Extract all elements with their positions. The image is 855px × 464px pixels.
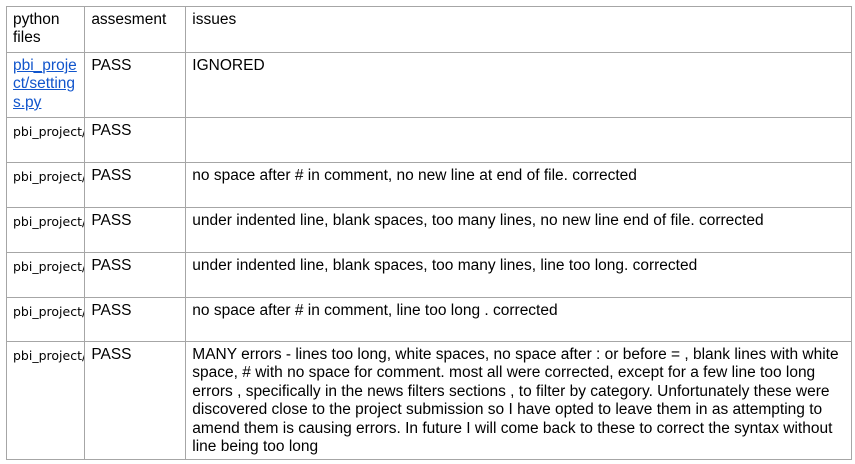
file-name: pbi_project/models.py — [13, 304, 84, 319]
issues-cell: no space after # in comment, line too lo… — [185, 297, 852, 342]
file-cell: pbi_project/views.py — [5, 341, 86, 460]
file-cell: pbi_project/models.py — [5, 297, 86, 342]
pep8-validation-table: python files assesment issues pbi_projec… — [5, 6, 852, 460]
issues-cell — [185, 117, 852, 163]
file-cell: pbi_project/urls.py — [5, 117, 86, 163]
issues-cell: IGNORED — [185, 52, 852, 118]
table-row: pbi_project/urls.py PASS — [5, 117, 852, 163]
assessment-cell: PASS — [84, 252, 187, 298]
file-name: pbi_project/forms.py — [13, 214, 84, 229]
table-row: pbi_project/views.py PASS MANY errors - … — [5, 341, 852, 460]
header-issues: issues — [185, 6, 852, 53]
file-cell: pbi_project/forms.py — [5, 207, 86, 253]
assessment-cell: PASS — [84, 52, 187, 118]
file-name: pbi_project/views.py — [13, 348, 84, 363]
assessment-cell: PASS — [84, 207, 187, 253]
file-name: pbi_project/admin.py — [13, 169, 84, 184]
table-row: pbi_project/forms.py PASS under indented… — [5, 207, 852, 253]
issues-cell: MANY errors - lines too long, white spac… — [185, 341, 852, 460]
issues-cell: no space after # in comment, no new line… — [185, 162, 852, 208]
file-link[interactable]: pbi_project/settings.py — [13, 57, 77, 111]
assessment-cell: PASS — [84, 341, 187, 460]
assessment-cell: PASS — [84, 162, 187, 208]
table-row: pbi_project/models.py PASS under indente… — [5, 252, 852, 298]
file-name: pbi_project/urls.py — [13, 124, 84, 139]
file-cell: pbi_project/settings.py — [5, 52, 86, 118]
file-cell: pbi_project/models.py — [5, 252, 86, 298]
table-row: pbi_project/admin.py PASS no space after… — [5, 162, 852, 208]
issues-cell: under indented line, blank spaces, too m… — [185, 207, 852, 253]
header-assessment: assesment — [84, 6, 187, 53]
file-cell: pbi_project/admin.py — [5, 162, 86, 208]
table-row: pbi_project/models.py PASS no space afte… — [5, 297, 852, 342]
header-python-files: python files — [5, 6, 86, 53]
table-header-row: python files assesment issues — [5, 6, 852, 53]
table-row: pbi_project/settings.py PASS IGNORED — [5, 52, 852, 118]
assessment-cell: PASS — [84, 117, 187, 163]
assessment-cell: PASS — [84, 297, 187, 342]
file-name: pbi_project/models.py — [13, 259, 84, 274]
issues-cell: under indented line, blank spaces, too m… — [185, 252, 852, 298]
